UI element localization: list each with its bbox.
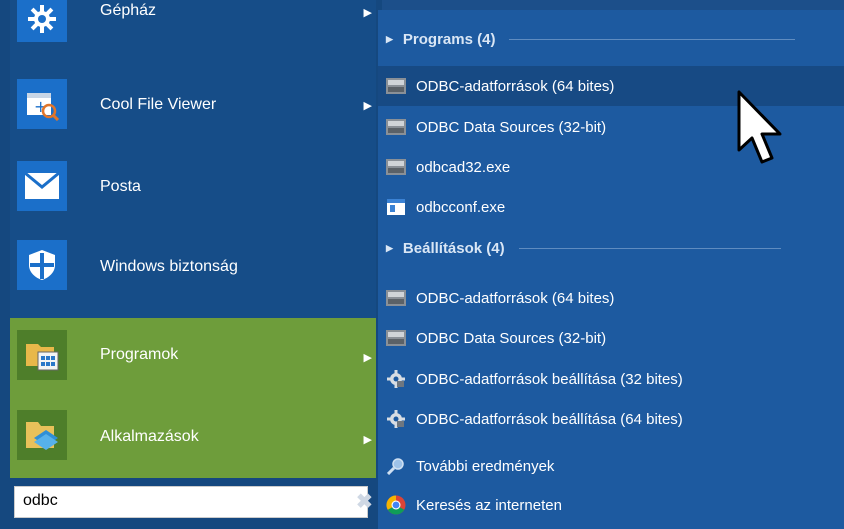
programs-folder-icon bbox=[17, 330, 67, 380]
chevron-right-icon: ▶ bbox=[363, 7, 372, 19]
pinned-item-label: Programok bbox=[100, 346, 179, 363]
chevron-right-icon: ▶ bbox=[363, 352, 372, 364]
section-header-label: Programs (4) bbox=[402, 30, 496, 48]
pinned-item-cool-file-viewer[interactable]: + Cool File Viewer ▶ bbox=[10, 64, 376, 144]
clear-search-icon[interactable]: ✖ bbox=[356, 488, 373, 516]
section-divider bbox=[509, 38, 796, 40]
settings-cog-icon bbox=[386, 370, 406, 388]
odbc-icon bbox=[386, 329, 406, 347]
expand-triangle-icon: ▶ bbox=[386, 33, 393, 44]
more-results-link[interactable]: További eredmények bbox=[378, 446, 844, 486]
chevron-right-icon: ▶ bbox=[363, 434, 372, 446]
chrome-icon bbox=[386, 495, 406, 515]
odbc-icon bbox=[386, 118, 406, 136]
mouse-cursor-icon bbox=[737, 90, 782, 164]
pinned-item-label: Windows biztonság bbox=[100, 258, 238, 275]
result-item[interactable]: ODBC-adatforrások beállítása (32 bites) bbox=[378, 359, 844, 399]
pinned-item-label: Posta bbox=[100, 178, 141, 195]
result-label: ODBC-adatforrások (64 bites) bbox=[416, 289, 615, 307]
pinned-item-applications[interactable]: Alkalmazások ▶ bbox=[10, 398, 376, 478]
result-label: ODBC-adatforrások (64 bites) bbox=[416, 77, 615, 95]
expand-triangle-icon: ▶ bbox=[386, 242, 393, 253]
pinned-item-label: Cool File Viewer bbox=[100, 96, 217, 113]
result-item[interactable]: ODBC Data Sources (32-bit) bbox=[378, 318, 844, 358]
section-header-label: Beállítások (4) bbox=[402, 239, 505, 257]
pinned-item-windows-security[interactable]: Windows biztonság bbox=[10, 228, 376, 308]
mail-icon bbox=[17, 161, 67, 211]
odbc-icon bbox=[386, 158, 406, 176]
section-header-settings[interactable]: ▶ Beállítások (4) bbox=[386, 232, 836, 264]
search-results-pane: ▶ Programs (4) ODBC-adatforrások (64 bit… bbox=[378, 10, 844, 529]
odbc-icon bbox=[386, 77, 406, 95]
section-divider bbox=[518, 247, 781, 249]
pinned-item-label: Alkalmazások bbox=[100, 428, 199, 445]
result-item[interactable]: ODBC-adatforrások beállítása (64 bites) bbox=[378, 399, 844, 439]
exe-icon bbox=[386, 198, 406, 216]
shield-icon bbox=[17, 240, 67, 290]
chevron-right-icon: ▶ bbox=[363, 100, 372, 112]
result-item[interactable]: ODBC-adatforrások (64 bites) bbox=[378, 278, 844, 318]
result-label: ODBC-adatforrások beállítása (32 bites) bbox=[416, 370, 683, 388]
search-input[interactable] bbox=[15, 487, 361, 515]
search-internet-link[interactable]: Keresés az interneten bbox=[378, 485, 844, 525]
pinned-item-programs[interactable]: Programok ▶ bbox=[10, 318, 376, 398]
result-label: ODBC Data Sources (32-bit) bbox=[416, 329, 607, 347]
file-viewer-icon: + bbox=[17, 79, 67, 129]
more-results-label: További eredmények bbox=[416, 457, 555, 475]
magnifier-icon bbox=[386, 457, 406, 475]
pinned-item-settings[interactable]: Gépház ▶ bbox=[10, 0, 376, 56]
result-label: odbcconf.exe bbox=[416, 198, 506, 216]
pinned-item-label: Gépház bbox=[100, 2, 157, 19]
apps-folder-icon bbox=[17, 410, 67, 460]
pinned-item-mail[interactable]: Posta bbox=[10, 146, 376, 226]
gear-icon bbox=[17, 0, 67, 42]
section-header-programs[interactable]: ▶ Programs (4) bbox=[386, 23, 836, 55]
result-label: ODBC Data Sources (32-bit) bbox=[416, 118, 607, 136]
search-internet-label: Keresés az interneten bbox=[416, 496, 562, 514]
result-label: ODBC-adatforrások beállítása (64 bites) bbox=[416, 410, 683, 428]
settings-cog-icon bbox=[386, 410, 406, 428]
odbc-icon bbox=[386, 289, 406, 307]
result-item[interactable]: odbcconf.exe bbox=[378, 187, 844, 227]
search-box[interactable] bbox=[14, 486, 368, 518]
result-label: odbcad32.exe bbox=[416, 158, 511, 176]
